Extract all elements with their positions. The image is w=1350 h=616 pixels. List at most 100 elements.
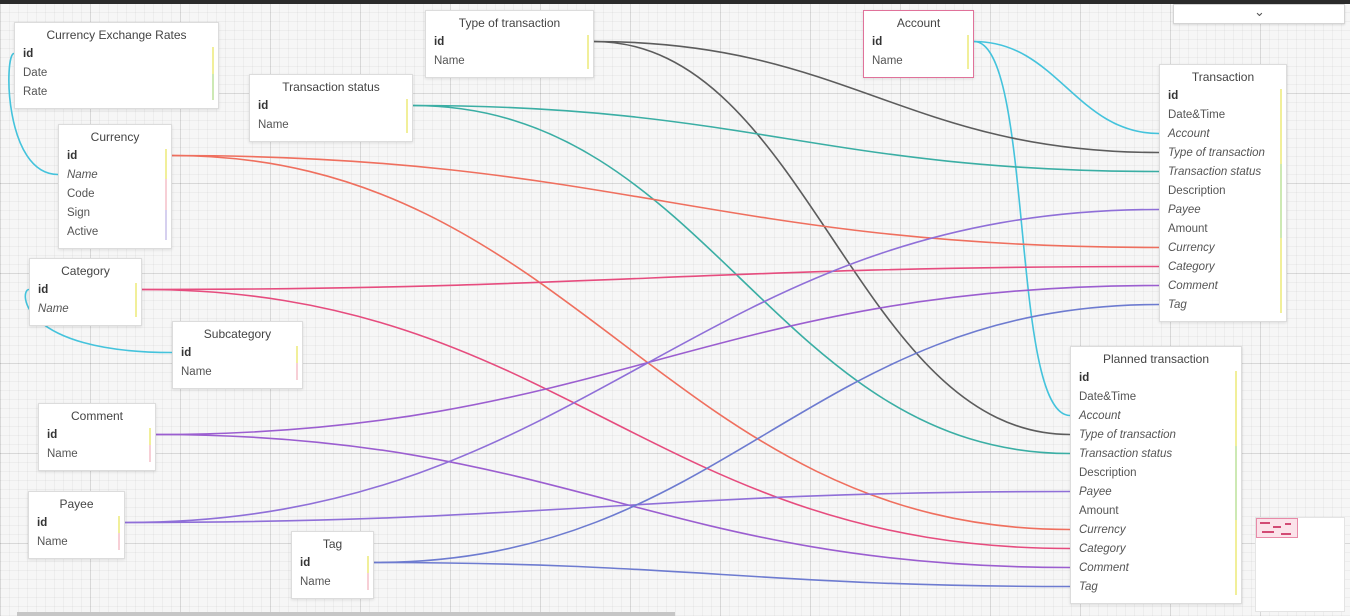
- primary-key-field[interactable]: id: [1168, 87, 1286, 106]
- entity-field[interactable]: Name: [258, 116, 412, 135]
- primary-key-field[interactable]: id: [1079, 369, 1241, 388]
- entity-tag[interactable]: Tag id Name: [291, 531, 374, 599]
- entity-field[interactable]: Date&Time: [1079, 388, 1241, 407]
- minimap-entity: [1285, 523, 1291, 525]
- foreign-key-field[interactable]: Currency: [1168, 239, 1286, 258]
- entity-transaction[interactable]: Transaction id Date&Time Account Type of tra…: [1159, 64, 1287, 322]
- relation-line-account-to-planned-transaction[interactable]: [973, 40, 1071, 417]
- relation-line-currency-to-planned-transaction[interactable]: [171, 154, 1071, 531]
- field-type-stripe: [1235, 371, 1237, 446]
- foreign-key-field[interactable]: Type of transaction: [1079, 426, 1241, 445]
- entity-planned-transaction[interactable]: Planned transaction id Date&Time Account Typ…: [1070, 346, 1242, 604]
- field-type-stripe: [1235, 520, 1237, 595]
- field-type-stripe: [367, 573, 369, 590]
- foreign-key-field[interactable]: Name: [67, 166, 171, 185]
- primary-key-field[interactable]: id: [258, 97, 412, 116]
- entity-field[interactable]: Name: [300, 573, 373, 592]
- entity-field[interactable]: Description: [1079, 464, 1241, 483]
- chevron-down-icon: ⌄: [1254, 4, 1265, 19]
- minimap-viewport[interactable]: [1256, 518, 1298, 538]
- entity-account[interactable]: Account id Name: [863, 10, 974, 78]
- entity-title: Transaction: [1191, 70, 1255, 84]
- field-type-stripe: [212, 73, 214, 100]
- entity-subcategory[interactable]: Subcategory id Name: [172, 321, 303, 389]
- entity-type-of-transaction[interactable]: Type of transaction id Name: [425, 10, 594, 78]
- entity-field[interactable]: Description: [1168, 182, 1286, 201]
- entity-field[interactable]: Name: [872, 52, 973, 71]
- entity-title: Account: [896, 16, 941, 30]
- entity-field[interactable]: Name: [434, 52, 593, 71]
- entity-title: Category: [61, 264, 110, 278]
- entity-payee[interactable]: Payee id Name: [28, 491, 125, 559]
- field-type-stripe: [165, 149, 167, 180]
- field-type-stripe: [149, 428, 151, 445]
- field-type-stripe: [1280, 238, 1282, 313]
- primary-key-field[interactable]: id: [67, 147, 171, 166]
- field-type-stripe: [165, 179, 167, 210]
- foreign-key-field[interactable]: Transaction status: [1168, 163, 1286, 182]
- foreign-key-field[interactable]: Category: [1079, 540, 1241, 559]
- foreign-key-field[interactable]: Account: [1079, 407, 1241, 426]
- relation-line-currency-to-transaction[interactable]: [171, 154, 1160, 249]
- view-dropdown[interactable]: ⌄: [1173, 4, 1345, 24]
- entity-field[interactable]: Sign: [67, 204, 171, 223]
- foreign-key-field[interactable]: Type of transaction: [1168, 144, 1286, 163]
- foreign-key-field[interactable]: Name: [38, 300, 141, 319]
- horizontal-scrollbar[interactable]: [17, 612, 675, 616]
- primary-key-field[interactable]: id: [300, 554, 373, 573]
- foreign-key-field[interactable]: Transaction status: [1079, 445, 1241, 464]
- field-type-stripe: [967, 35, 969, 69]
- field-type-stripe: [367, 556, 369, 573]
- field-type-stripe: [1235, 445, 1237, 521]
- primary-key-field[interactable]: id: [37, 514, 124, 533]
- field-type-stripe: [118, 533, 120, 550]
- entity-title: Transaction status: [282, 80, 380, 94]
- minimap-entity: [1262, 531, 1274, 533]
- entity-field[interactable]: Rate: [23, 83, 218, 102]
- foreign-key-field[interactable]: Account: [1168, 125, 1286, 144]
- foreign-key-field[interactable]: Comment: [1168, 277, 1286, 296]
- entity-field[interactable]: Code: [67, 185, 171, 204]
- foreign-key-field[interactable]: Currency: [1079, 521, 1241, 540]
- relation-line-transaction-status-to-transaction[interactable]: [412, 104, 1160, 173]
- primary-key-field[interactable]: id: [23, 45, 218, 64]
- relation-line-comment-to-transaction[interactable]: [155, 284, 1160, 436]
- entity-field[interactable]: Amount: [1079, 502, 1241, 521]
- entity-field[interactable]: Name: [181, 363, 302, 382]
- relation-line-account-to-transaction[interactable]: [973, 40, 1160, 135]
- foreign-key-field[interactable]: Category: [1168, 258, 1286, 277]
- primary-key-field[interactable]: id: [47, 426, 155, 445]
- entity-title: Type of transaction: [458, 16, 561, 30]
- entity-field[interactable]: Name: [37, 533, 124, 552]
- foreign-key-field[interactable]: Payee: [1168, 201, 1286, 220]
- entity-currency-exchange-rates[interactable]: Currency Exchange Rates id Date Rate: [14, 22, 219, 109]
- foreign-key-field[interactable]: Payee: [1079, 483, 1241, 502]
- relation-line-tag-to-transaction[interactable]: [373, 303, 1160, 564]
- primary-key-field[interactable]: id: [38, 281, 141, 300]
- entity-field[interactable]: Name: [47, 445, 155, 464]
- relation-line-tag-to-planned-transaction[interactable]: [373, 561, 1071, 588]
- foreign-key-field[interactable]: Comment: [1079, 559, 1241, 578]
- entity-title: Comment: [70, 409, 123, 423]
- entity-field[interactable]: Active: [67, 223, 171, 242]
- primary-key-field[interactable]: id: [872, 33, 973, 52]
- primary-key-field[interactable]: id: [434, 33, 593, 52]
- entity-field[interactable]: Amount: [1168, 220, 1286, 239]
- entity-transaction-status[interactable]: Transaction status id Name: [249, 74, 413, 142]
- field-type-stripe: [149, 445, 151, 462]
- primary-key-field[interactable]: id: [181, 344, 302, 363]
- minimap[interactable]: [1255, 517, 1345, 612]
- entity-category[interactable]: Category id Name: [29, 258, 142, 326]
- field-type-stripe: [406, 99, 408, 133]
- minimap-entity: [1281, 533, 1291, 535]
- field-type-stripe: [165, 209, 167, 240]
- foreign-key-field[interactable]: Tag: [1079, 578, 1241, 597]
- entity-currency[interactable]: Currency id Name Code Sign Active: [58, 124, 172, 249]
- entity-field[interactable]: Date: [23, 64, 218, 83]
- entity-field[interactable]: Date&Time: [1168, 106, 1286, 125]
- relation-line-transaction-status-to-planned-transaction[interactable]: [412, 104, 1071, 455]
- entity-comment[interactable]: Comment id Name: [38, 403, 156, 471]
- foreign-key-field[interactable]: Tag: [1168, 296, 1286, 315]
- relation-line-category-to-transaction[interactable]: [141, 265, 1160, 291]
- field-type-stripe: [296, 346, 298, 363]
